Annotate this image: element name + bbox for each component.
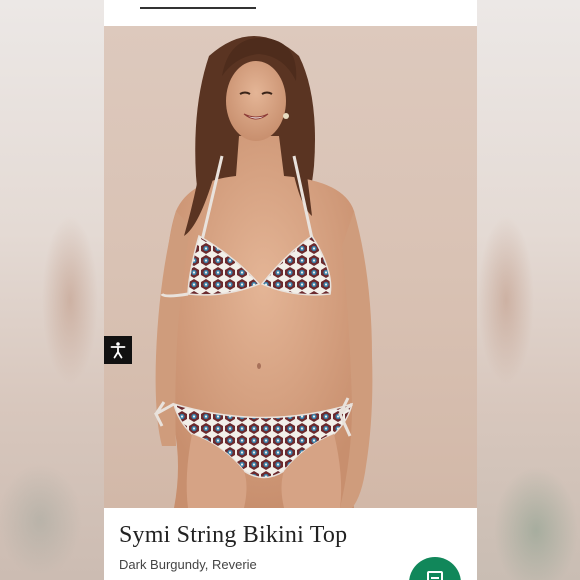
active-tab-indicator xyxy=(140,7,256,9)
chat-icon xyxy=(427,571,443,580)
product-image[interactable] xyxy=(104,26,477,508)
product-title: Symi String Bikini Top xyxy=(119,522,348,548)
accessibility-person-icon xyxy=(110,342,126,359)
blurred-backdrop-left xyxy=(0,0,104,580)
blurred-backdrop-right xyxy=(476,0,580,580)
model-photo xyxy=(154,36,373,508)
accessibility-button[interactable] xyxy=(104,336,132,364)
product-color-variant: Dark Burgundy, Reverie xyxy=(119,557,257,572)
product-page: Symi String Bikini Top Dark Burgundy, Re… xyxy=(104,0,477,580)
top-bar xyxy=(104,0,477,26)
chat-button[interactable] xyxy=(409,557,461,580)
